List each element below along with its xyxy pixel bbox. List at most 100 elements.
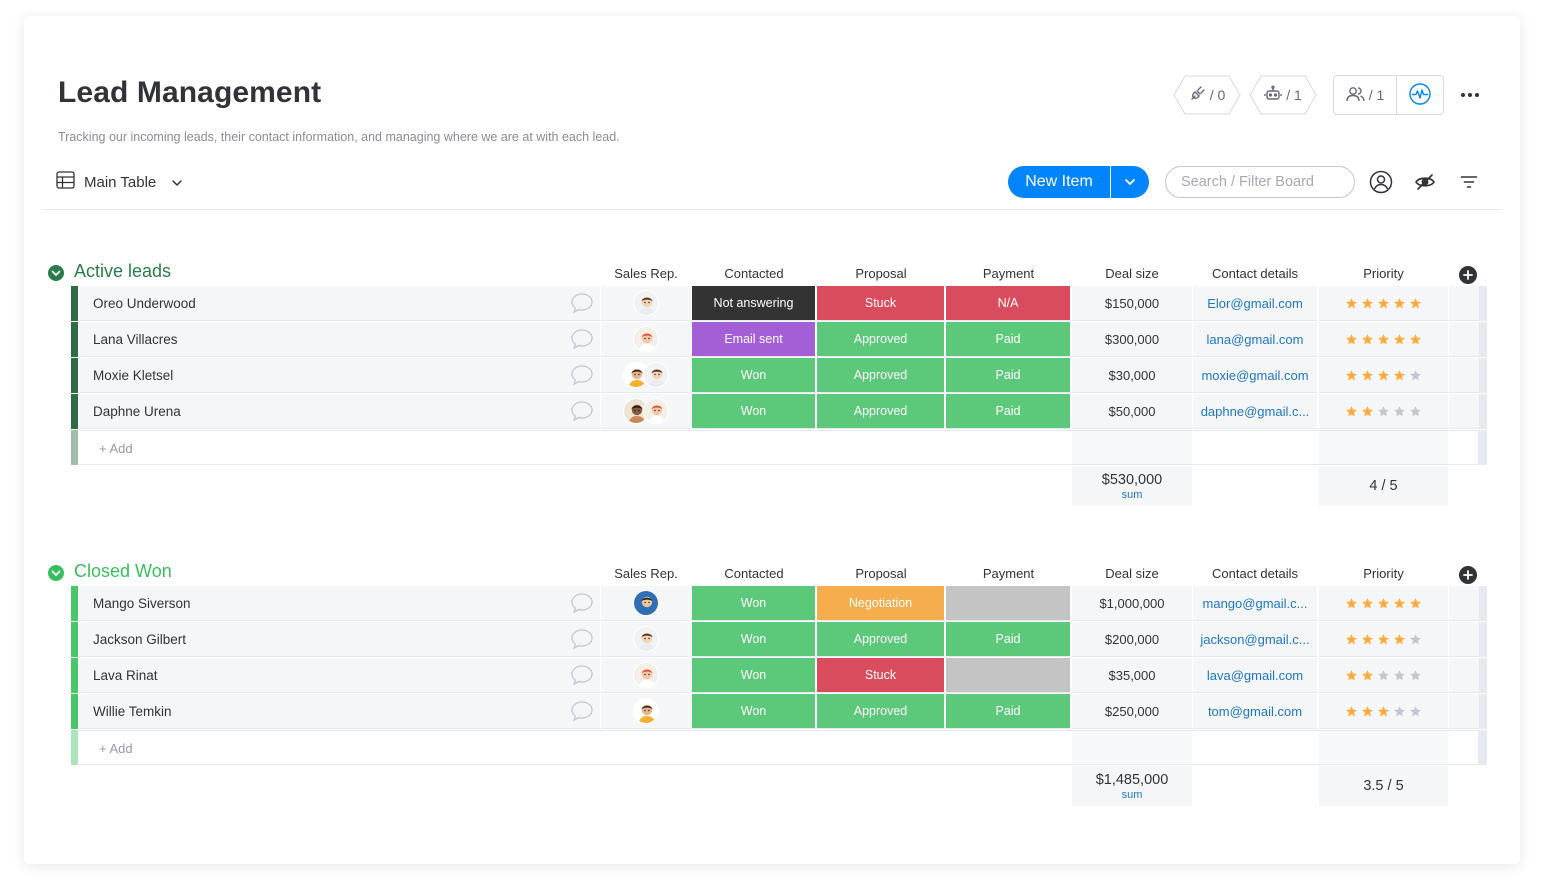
payment-status[interactable] [946,586,1071,621]
contact-email-link[interactable]: lava@gmail.com [1207,668,1303,683]
priority-rating-cell[interactable] [1319,586,1448,621]
column-header-proposal[interactable]: Proposal [817,266,945,281]
proposal-status[interactable]: Approved [817,322,945,357]
contacted-status[interactable]: Won [692,622,816,657]
payment-status[interactable]: Paid [946,622,1071,657]
search-input[interactable] [1165,166,1355,198]
column-header-payment[interactable]: Payment [946,266,1071,281]
contact-email-link[interactable]: Elor@gmail.com [1207,296,1303,311]
star-icon[interactable] [1361,597,1374,610]
star-icon[interactable] [1409,333,1422,346]
contacted-status[interactable]: Won [692,394,816,429]
conversation-icon[interactable] [570,292,594,314]
payment-status[interactable]: Paid [946,394,1071,429]
priority-rating-cell[interactable] [1319,694,1448,729]
priority-rating-cell[interactable] [1319,622,1448,657]
item-name[interactable]: Jackson Gilbert [93,632,186,647]
payment-status[interactable] [946,658,1071,693]
integrations-button[interactable]: / 0 [1173,75,1241,115]
contact-email-link[interactable]: daphne@gmail.c... [1201,404,1310,419]
person-filter-icon[interactable] [1369,170,1393,194]
star-rating[interactable] [1345,297,1422,310]
item-name-cell[interactable]: Lava Rinat [79,658,600,693]
deal-size-cell[interactable]: $200,000 [1072,622,1192,657]
deal-size-cell[interactable]: $35,000 [1072,658,1192,693]
item-name[interactable]: Lava Rinat [93,668,158,683]
contact-email-cell[interactable]: tom@gmail.com [1193,694,1317,729]
sales-rep-cell[interactable] [601,394,691,429]
collapse-group-icon[interactable] [48,565,64,581]
contacted-status[interactable]: Not answering [692,286,816,321]
deal-size-cell[interactable]: $150,000 [1072,286,1192,321]
new-item-dropdown-button[interactable] [1111,166,1149,198]
star-rating[interactable] [1345,333,1422,346]
item-name[interactable]: Lana Villacres [93,332,178,347]
star-icon[interactable] [1361,669,1374,682]
star-icon[interactable] [1393,705,1406,718]
star-icon[interactable] [1361,297,1374,310]
activity-button[interactable] [1397,76,1443,114]
automations-button[interactable]: / 1 [1249,75,1317,115]
priority-rating-cell[interactable] [1319,394,1448,429]
proposal-status[interactable]: Approved [817,394,945,429]
payment-status[interactable]: Paid [946,694,1071,729]
more-options-icon[interactable] [1458,86,1482,104]
conversation-icon[interactable] [570,628,594,650]
star-icon[interactable] [1361,633,1374,646]
star-icon[interactable] [1361,333,1374,346]
star-icon[interactable] [1377,333,1390,346]
contact-email-cell[interactable]: moxie@gmail.com [1193,358,1317,393]
contact-email-cell[interactable]: jackson@gmail.c... [1193,622,1317,657]
star-icon[interactable] [1393,297,1406,310]
column-header-contact-details[interactable]: Contact details [1193,566,1317,581]
filter-icon[interactable] [1457,170,1481,194]
conversation-icon[interactable] [570,664,594,686]
item-name[interactable]: Willie Temkin [93,704,172,719]
column-header-deal-size[interactable]: Deal size [1072,566,1192,581]
sales-rep-cell[interactable] [601,286,691,321]
proposal-status[interactable]: Approved [817,358,945,393]
add-item-row[interactable]: + Add [71,730,1487,765]
deal-size-cell[interactable]: $30,000 [1072,358,1192,393]
column-header-contact-details[interactable]: Contact details [1193,266,1317,281]
star-rating[interactable] [1345,369,1422,382]
proposal-status[interactable]: Stuck [817,286,945,321]
proposal-status[interactable]: Stuck [817,658,945,693]
hide-columns-icon[interactable] [1413,170,1437,194]
deal-size-cell[interactable]: $300,000 [1072,322,1192,357]
star-icon[interactable] [1361,369,1374,382]
sales-rep-cell[interactable] [601,358,691,393]
item-name[interactable]: Moxie Kletsel [93,368,173,383]
star-icon[interactable] [1377,705,1390,718]
item-name-cell[interactable]: Mango Siverson [79,586,600,621]
item-name-cell[interactable]: Moxie Kletsel [79,358,600,393]
add-item-button[interactable]: + Add [99,741,133,756]
star-icon[interactable] [1409,669,1422,682]
payment-status[interactable]: N/A [946,286,1071,321]
star-icon[interactable] [1393,369,1406,382]
contact-email-link[interactable]: moxie@gmail.com [1201,368,1308,383]
star-icon[interactable] [1377,405,1390,418]
contact-email-link[interactable]: jackson@gmail.c... [1200,632,1309,647]
contact-email-link[interactable]: tom@gmail.com [1208,704,1302,719]
star-rating[interactable] [1345,405,1422,418]
item-name-cell[interactable]: Jackson Gilbert [79,622,600,657]
star-rating[interactable] [1345,669,1422,682]
star-icon[interactable] [1345,333,1358,346]
star-icon[interactable] [1409,597,1422,610]
contact-email-cell[interactable]: daphne@gmail.c... [1193,394,1317,429]
conversation-icon[interactable] [570,592,594,614]
contact-email-cell[interactable]: Elor@gmail.com [1193,286,1317,321]
contact-email-cell[interactable]: mango@gmail.c... [1193,586,1317,621]
contact-email-link[interactable]: lana@gmail.com [1206,332,1303,347]
item-name[interactable]: Oreo Underwood [93,296,196,311]
item-name-cell[interactable]: Oreo Underwood [79,286,600,321]
add-column-icon[interactable] [1459,566,1477,584]
payment-status[interactable]: Paid [946,358,1071,393]
star-icon[interactable] [1361,705,1374,718]
star-icon[interactable] [1345,633,1358,646]
column-header-contacted[interactable]: Contacted [692,566,816,581]
collapse-group-icon[interactable] [48,265,64,281]
sales-rep-cell[interactable] [601,622,691,657]
column-header-contacted[interactable]: Contacted [692,266,816,281]
